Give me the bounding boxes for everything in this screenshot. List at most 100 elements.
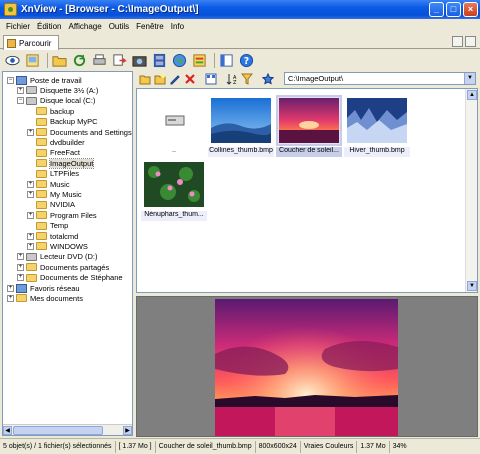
tree-item[interactable]: dvdbuilder [27, 137, 85, 147]
sort-icon[interactable]: AZ [225, 73, 238, 86]
expand-toggle-icon[interactable]: + [27, 128, 34, 136]
menu-fenetre[interactable]: Fenêtre [136, 22, 164, 31]
expand-toggle-icon[interactable]: + [27, 242, 34, 250]
tree-item[interactable]: backup [27, 106, 74, 116]
title-bar: XnView - [Browser - C:\ImageOutput\] _ □… [0, 0, 480, 19]
tree-item[interactable]: FreeFact [27, 148, 80, 158]
expand-toggle-icon[interactable]: + [7, 284, 14, 292]
tree-indent [27, 159, 34, 167]
winter-thumbnail-image [347, 98, 407, 143]
tree-item[interactable]: + Program Files [27, 210, 97, 220]
menu-outils[interactable]: Outils [109, 22, 129, 31]
expand-toggle-icon[interactable]: + [17, 274, 24, 282]
tree-item[interactable]: − Disque local (C:) [17, 96, 95, 106]
tree-item-label: Backup MyPC [50, 117, 98, 127]
tree-item[interactable]: + Documents and Settings [27, 127, 132, 137]
tree-item[interactable]: + Mes documents [7, 293, 83, 303]
camera-icon[interactable] [131, 52, 148, 69]
status-selection: 5 objet(s) / 1 fichier(s) sélectionnés [0, 440, 116, 453]
delete-icon[interactable] [183, 73, 196, 86]
menu-fichier[interactable]: Fichier [6, 22, 30, 31]
tree-indent [27, 201, 34, 209]
close-button[interactable]: × [463, 2, 478, 17]
expand-toggle-icon[interactable]: + [17, 263, 24, 271]
expand-toggle-icon[interactable]: + [17, 253, 24, 261]
tree-item[interactable]: + Music [27, 179, 70, 189]
tree-item[interactable]: + WINDOWS [27, 241, 88, 251]
drive-icon [26, 96, 37, 105]
thumbnail-item[interactable]: Hiver_thumb.bmp [344, 95, 410, 157]
expand-toggle-icon[interactable]: + [7, 294, 14, 302]
tree-item[interactable]: + Documents de Stéphane [17, 273, 123, 283]
tree-item[interactable]: + totalcmd [27, 231, 78, 241]
minimize-button[interactable]: _ [429, 2, 444, 17]
thumbnail-vertical-scrollbar[interactable]: ▲ ▼ [465, 89, 477, 292]
menu-bar: Fichier Édition Affichage Outils Fenêtre… [0, 19, 480, 33]
thumbnail-item[interactable]: .. [141, 95, 207, 157]
expand-toggle-icon[interactable]: + [27, 180, 34, 188]
expand-toggle-icon[interactable]: + [27, 232, 34, 240]
toolbar-separator [214, 52, 215, 68]
open-folder-icon[interactable] [51, 52, 68, 69]
scroll-down-icon[interactable]: ▼ [467, 281, 477, 291]
xnview-app-icon[interactable] [4, 3, 17, 16]
folder-up-icon[interactable] [138, 73, 151, 86]
preview-pane[interactable] [136, 296, 478, 437]
thumbnail-item[interactable]: Nénuphars_thum... [141, 159, 207, 221]
new-folder-icon[interactable] [153, 73, 166, 86]
menu-affichage[interactable]: Affichage [68, 22, 101, 31]
filmstrip-icon[interactable] [151, 52, 168, 69]
tab-close-icon[interactable] [465, 36, 476, 47]
expand-toggle-icon[interactable]: + [27, 190, 34, 198]
refresh-icon[interactable] [71, 52, 88, 69]
tree-item[interactable]: Backup MyPC [27, 117, 98, 127]
maximize-button[interactable]: □ [446, 2, 461, 17]
scroll-thumb[interactable] [13, 426, 103, 435]
tree-item[interactable]: + Lecteur DVD (D:) [17, 252, 98, 262]
expand-toggle-icon[interactable]: + [27, 211, 34, 219]
scroll-up-icon[interactable]: ▲ [467, 90, 477, 100]
expand-toggle-icon[interactable]: − [7, 76, 14, 84]
browse-icon[interactable] [24, 52, 41, 69]
tree-item-label: Documents de Stéphane [40, 273, 123, 283]
tree-item[interactable]: − Poste de travail [7, 75, 82, 85]
help-icon[interactable]: ? [238, 52, 255, 69]
panel-icon[interactable] [218, 52, 235, 69]
eye-icon[interactable] [4, 52, 21, 69]
tree-item[interactable]: + My Music [27, 189, 82, 199]
favorite-star-icon[interactable] [261, 73, 274, 86]
folder-icon [36, 107, 47, 116]
tab-strip: Parcourir [0, 33, 480, 50]
expand-toggle-icon[interactable]: − [17, 97, 24, 105]
chevron-down-icon[interactable]: ▼ [464, 73, 475, 84]
tree-item[interactable]: + Disquette 3½ (A:) [17, 85, 98, 95]
tree-item[interactable]: ImageOutput [27, 157, 95, 169]
tab-prev-icon[interactable] [452, 36, 463, 47]
view-mode-icon[interactable] [204, 73, 217, 86]
tree-item[interactable]: LTPFiles [27, 169, 79, 179]
tab-parcourir[interactable]: Parcourir [3, 35, 59, 50]
scroll-left-icon[interactable]: ◀ [3, 426, 12, 435]
thumbnail-item-selected[interactable]: Coucher de soleil... [276, 95, 342, 157]
tree-item[interactable]: + Documents partagés [17, 262, 109, 272]
tree-item-label: WINDOWS [50, 241, 88, 251]
edit-icon[interactable] [168, 73, 181, 86]
tree-item[interactable]: NVIDIA [27, 200, 75, 210]
thumbnail-view[interactable]: .. Collines_thumb.bmp Coucher de soleil.… [136, 88, 478, 293]
filter-icon[interactable] [240, 73, 253, 86]
menu-edition[interactable]: Édition [37, 22, 61, 31]
convert-icon[interactable] [111, 52, 128, 69]
expand-toggle-icon[interactable]: + [17, 86, 24, 94]
globe-icon[interactable] [171, 52, 188, 69]
folder-tree[interactable]: − Poste de travail + Disquette 3½ (A:) − Disq… [2, 71, 133, 436]
thumbnail-item[interactable]: Collines_thumb.bmp [208, 95, 274, 157]
path-input[interactable]: C:\ImageOutput\ ▼ [284, 72, 476, 85]
tree-horizontal-scrollbar[interactable]: ◀ ▶ [3, 424, 132, 435]
menu-info[interactable]: Info [171, 22, 184, 31]
options-icon[interactable] [191, 52, 208, 69]
scroll-right-icon[interactable]: ▶ [123, 426, 132, 435]
tree-item[interactable]: Temp [27, 221, 68, 231]
main-toolbar: ? [0, 50, 480, 70]
tree-item[interactable]: + Favoris réseau [7, 283, 80, 293]
print-icon[interactable] [91, 52, 108, 69]
